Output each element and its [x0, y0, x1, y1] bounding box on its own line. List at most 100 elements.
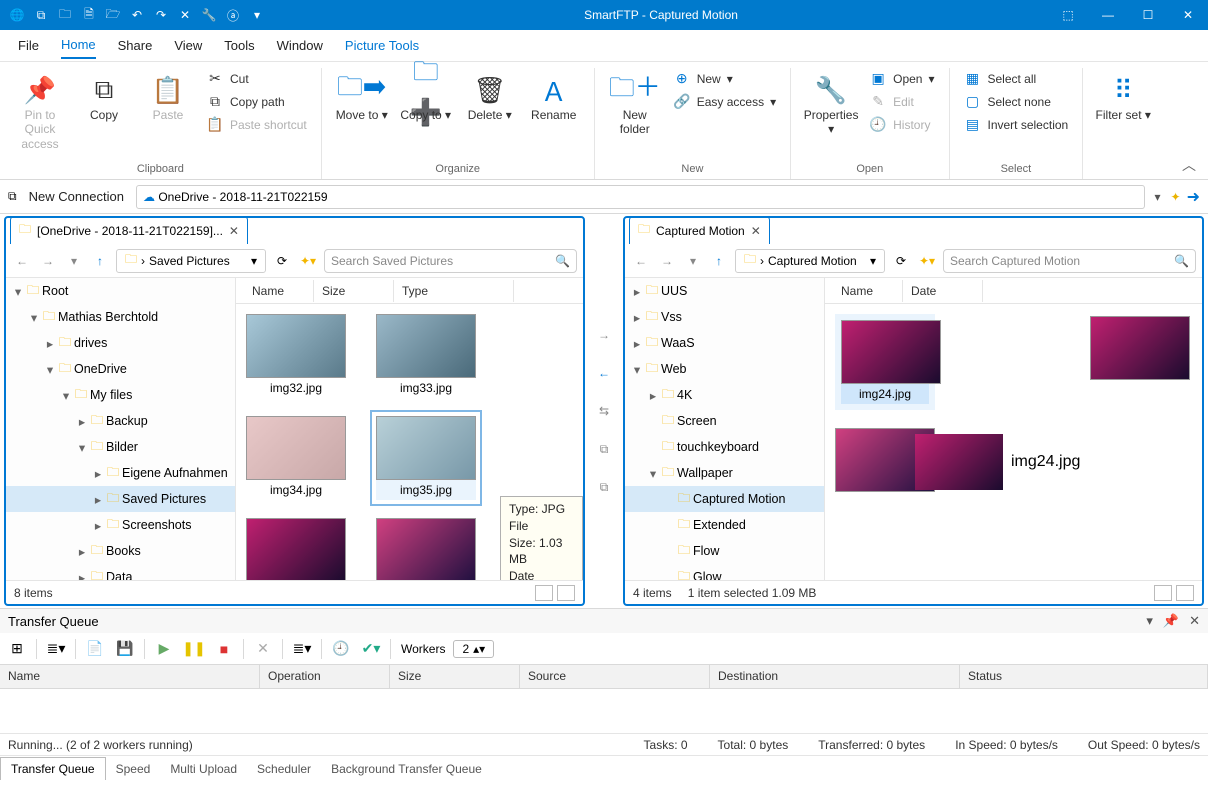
- new-folder-button[interactable]: 🗀＋New folder: [605, 68, 665, 141]
- history-button[interactable]: 🕘History: [865, 114, 938, 135]
- mid-button-3[interactable]: ⇆: [592, 399, 616, 423]
- tq-pause-icon[interactable]: ❚❚: [181, 637, 207, 661]
- view-thumb-button[interactable]: [557, 585, 575, 601]
- tree-item[interactable]: ▸🗀drives: [6, 330, 235, 356]
- tree-item[interactable]: ▾🗀Bilder: [6, 434, 235, 460]
- tree-item[interactable]: ▸🗀WaaS: [625, 330, 824, 356]
- tq-check-icon[interactable]: ✔▾: [358, 637, 384, 661]
- tq-add-icon[interactable]: 📄: [82, 637, 108, 661]
- ribbon-collapse-button[interactable]: ︿: [1182, 155, 1196, 175]
- back-button[interactable]: ←: [631, 254, 651, 268]
- tree-item[interactable]: ▸🗀4K: [625, 382, 824, 408]
- properties-button[interactable]: 🔧Properties ▾: [801, 68, 861, 141]
- qat-close-icon[interactable]: ✕: [174, 4, 196, 26]
- tree-item[interactable]: 🗀Flow: [625, 538, 824, 564]
- move-to-button[interactable]: 🗀➡Move to ▾: [332, 68, 392, 126]
- close-button[interactable]: ✕: [1168, 0, 1208, 30]
- tab-share[interactable]: Share: [118, 33, 153, 58]
- tq-close-icon[interactable]: ✕: [1189, 613, 1200, 629]
- tqcol-status[interactable]: Status: [960, 665, 1208, 688]
- tree-item[interactable]: 🗀Extended: [625, 512, 824, 538]
- tab-close-icon[interactable]: ✕: [229, 224, 239, 238]
- address-dropdown-button[interactable]: ▾: [1151, 190, 1165, 204]
- qat-app-icon[interactable]: 🌐: [6, 4, 28, 26]
- up-button[interactable]: ↑: [90, 254, 110, 268]
- qat-btn-3[interactable]: 🗎: [78, 4, 100, 26]
- tq-stop-icon[interactable]: ■: [211, 637, 237, 661]
- copy-to-button[interactable]: 🗀➕Copy to ▾: [396, 68, 456, 126]
- new-item-button[interactable]: ⊕New ▾: [669, 68, 780, 89]
- history-dropdown[interactable]: ▾: [64, 254, 84, 268]
- rename-button[interactable]: ＡRename: [524, 68, 584, 126]
- left-tree[interactable]: ▾🗀Root▾🗀Mathias Berchtold▸🗀drives▾🗀OneDr…: [6, 278, 236, 580]
- col-name[interactable]: Name: [833, 280, 903, 302]
- right-breadcrumb[interactable]: 🗀 › Captured Motion▾: [735, 249, 885, 273]
- view-list-button[interactable]: [1154, 585, 1172, 601]
- mid-button-4[interactable]: ⧉: [592, 437, 616, 461]
- transfer-left-button[interactable]: ←: [592, 361, 616, 385]
- transfer-right-button[interactable]: →: [592, 323, 616, 347]
- minimize-button[interactable]: —: [1088, 0, 1128, 30]
- qat-btn-1[interactable]: ⧉: [30, 4, 52, 26]
- tree-item[interactable]: 🗀Glow: [625, 564, 824, 580]
- tree-item[interactable]: 🗀Screen: [625, 408, 824, 434]
- new-connection-icon[interactable]: ⧉: [8, 189, 17, 204]
- tq-save-icon[interactable]: 💾: [112, 637, 138, 661]
- favorite-button[interactable]: ✦▾: [298, 254, 318, 268]
- tq-pin-icon[interactable]: 📌: [1163, 613, 1179, 629]
- tree-item[interactable]: ▾🗀My files: [6, 382, 235, 408]
- select-all-button[interactable]: ▦Select all: [960, 68, 1073, 89]
- history-dropdown[interactable]: ▾: [683, 254, 703, 268]
- qat-undo-icon[interactable]: ↶: [126, 4, 148, 26]
- refresh-button[interactable]: ⟳: [891, 254, 911, 268]
- tab-view[interactable]: View: [174, 33, 202, 58]
- forward-button[interactable]: →: [657, 254, 677, 268]
- refresh-button[interactable]: ⟳: [272, 254, 292, 268]
- tree-item[interactable]: ▾🗀Web: [625, 356, 824, 382]
- tq-clock-icon[interactable]: 🕘: [328, 637, 354, 661]
- tqcol-destination[interactable]: Destination: [710, 665, 960, 688]
- cut-button[interactable]: ✂Cut: [202, 68, 311, 89]
- select-none-button[interactable]: ▢Select none: [960, 91, 1073, 112]
- forward-button[interactable]: →: [38, 254, 58, 268]
- back-button[interactable]: ←: [12, 254, 32, 268]
- address-box[interactable]: ☁ OneDrive - 2018-11-21T022159: [136, 185, 1145, 209]
- thumbnail[interactable]: img34.jpg: [246, 416, 346, 500]
- tab-home[interactable]: Home: [61, 32, 96, 59]
- tqcol-operation[interactable]: Operation: [260, 665, 390, 688]
- view-list-button[interactable]: [535, 585, 553, 601]
- right-pane-tab[interactable]: 🗀 Captured Motion ✕: [629, 216, 770, 244]
- col-date[interactable]: Date: [903, 280, 983, 302]
- tree-item[interactable]: ▸🗀Books: [6, 538, 235, 564]
- col-name[interactable]: Name: [244, 280, 314, 302]
- thumbnail[interactable]: img25.jpg: [376, 518, 476, 580]
- right-tree[interactable]: ▸🗀UUS▸🗀Vss▸🗀WaaS▾🗀Web▸🗀4K🗀Screen🗀touchke…: [625, 278, 825, 580]
- btab-background[interactable]: Background Transfer Queue: [321, 758, 492, 780]
- qat-translate-icon[interactable]: ⓐ: [222, 4, 244, 26]
- col-type[interactable]: Type: [394, 280, 514, 302]
- tree-item[interactable]: 🗀touchkeyboard: [625, 434, 824, 460]
- qat-btn-4[interactable]: 🗁: [102, 4, 124, 26]
- tqcol-source[interactable]: Source: [520, 665, 710, 688]
- qat-btn-2[interactable]: 🗀: [54, 4, 76, 26]
- btab-scheduler[interactable]: Scheduler: [247, 758, 321, 780]
- paste-button[interactable]: 📋Paste: [138, 68, 198, 126]
- left-search-input[interactable]: Search Saved Pictures🔍: [324, 249, 577, 273]
- tq-menu-icon[interactable]: ▾: [1146, 613, 1153, 629]
- tq-list-icon[interactable]: ≣▾: [289, 637, 315, 661]
- open-button[interactable]: ▣Open ▾: [865, 68, 938, 89]
- tq-toolbtn-1[interactable]: ⊞: [4, 637, 30, 661]
- tq-delete-icon[interactable]: ✕: [250, 637, 276, 661]
- qat-redo-icon[interactable]: ↷: [150, 4, 172, 26]
- thumbnail[interactable]: img35.jpg: [376, 416, 476, 500]
- left-pane-tab[interactable]: 🗀 [OneDrive - 2018-11-21T022159]... ✕: [10, 216, 248, 244]
- favorite-button[interactable]: ✦▾: [917, 254, 937, 268]
- col-size[interactable]: Size: [314, 280, 394, 302]
- tree-item[interactable]: ▸🗀Eigene Aufnahmen: [6, 460, 235, 486]
- maximize-button[interactable]: ☐: [1128, 0, 1168, 30]
- filter-set-button[interactable]: ⠿Filter set ▾: [1093, 68, 1153, 126]
- mid-button-5[interactable]: ⧉: [592, 475, 616, 499]
- go-forward-icon[interactable]: ➜: [1187, 187, 1200, 207]
- tree-item[interactable]: ▾🗀OneDrive: [6, 356, 235, 382]
- tree-item[interactable]: ▾🗀Wallpaper: [625, 460, 824, 486]
